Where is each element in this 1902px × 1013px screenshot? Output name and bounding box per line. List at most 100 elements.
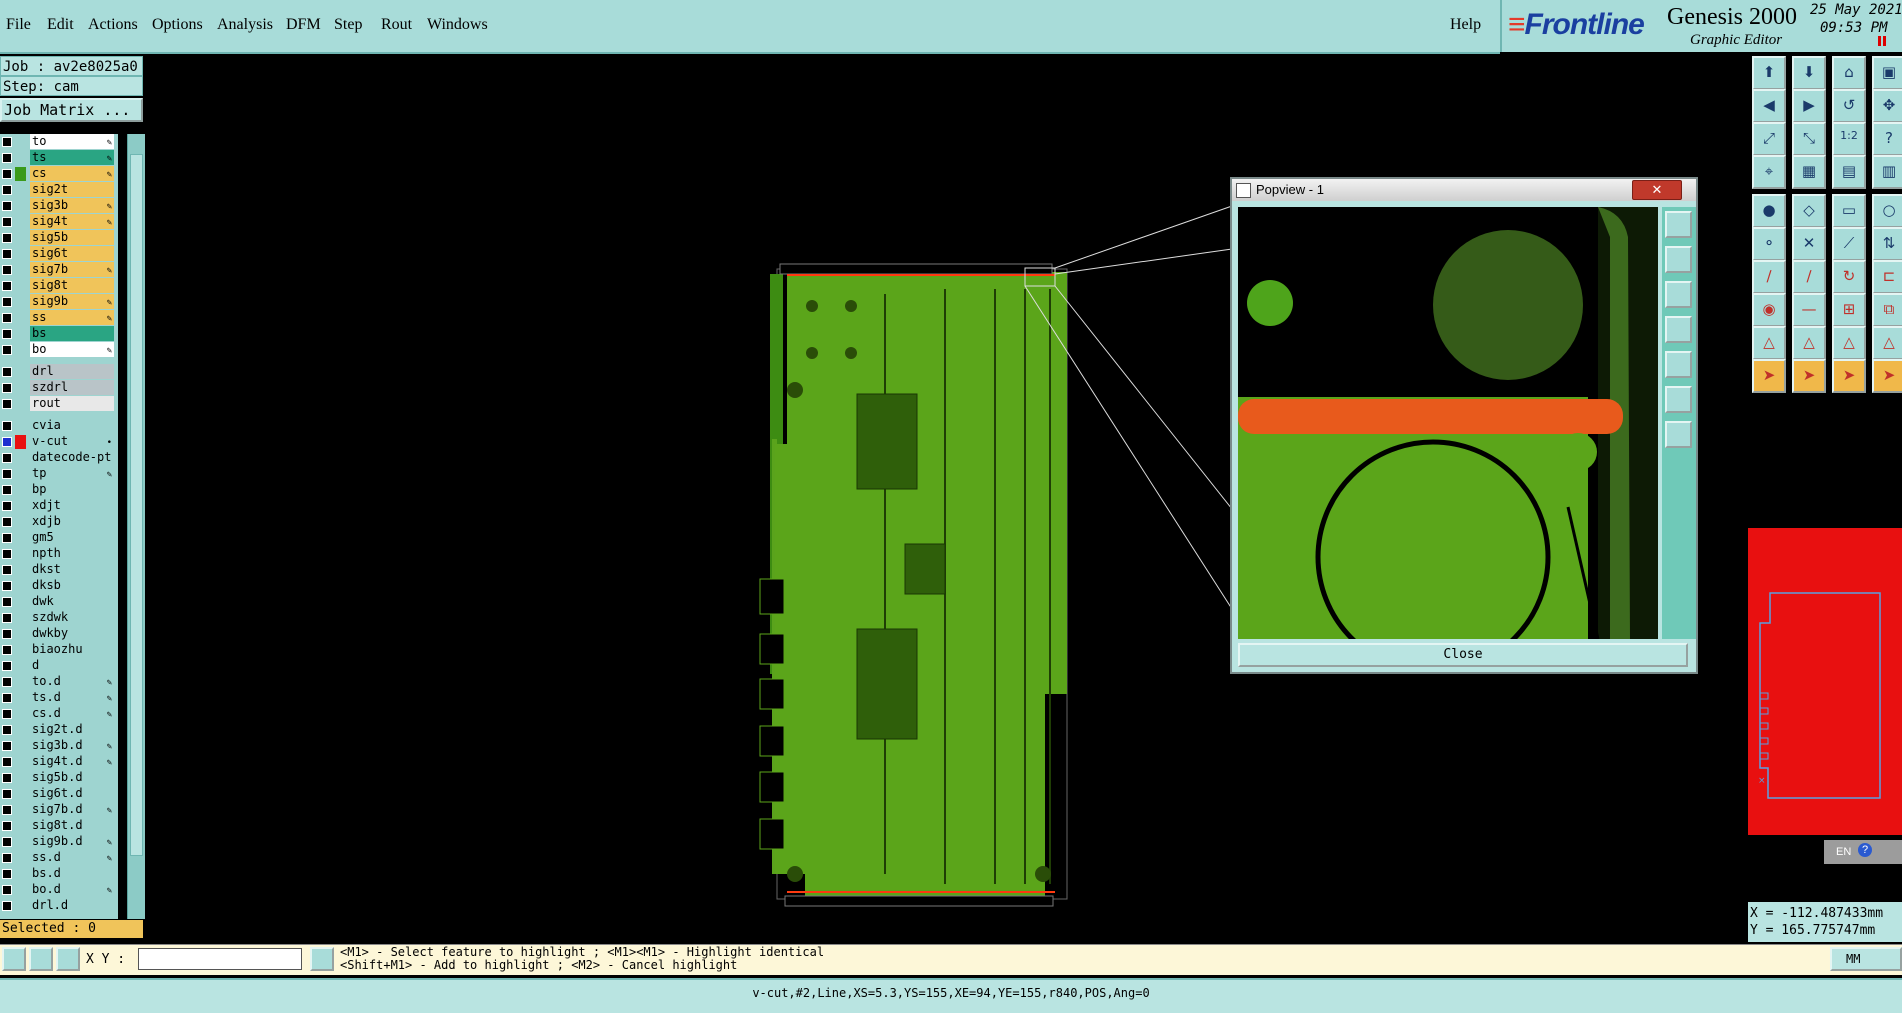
layer-checkbox[interactable]: [2, 367, 12, 377]
layer-row[interactable]: gm5: [0, 530, 118, 546]
layer-name[interactable]: xdjt: [30, 498, 114, 513]
one-to-one-icon[interactable]: 1:2: [1832, 122, 1866, 156]
unit-selector[interactable]: MM: [1830, 947, 1902, 971]
layer-name[interactable]: sig2t.d: [30, 722, 114, 737]
layer-row[interactable]: xdjb: [0, 514, 118, 530]
layer-row[interactable]: ts.d ✎: [0, 690, 118, 706]
layer-row[interactable]: tp ✎: [0, 466, 118, 482]
layer-row[interactable]: rout: [0, 396, 118, 412]
layer-row[interactable]: xdjt: [0, 498, 118, 514]
layer-row[interactable]: v-cut •: [0, 434, 118, 450]
layer-checkbox[interactable]: [2, 597, 12, 607]
text-icon[interactable]: ⊏: [1872, 260, 1902, 294]
measure-icon[interactable]: ●: [1752, 194, 1786, 228]
layer-checkbox[interactable]: [2, 645, 12, 655]
layer-name[interactable]: to.d ✎: [30, 674, 114, 689]
layer-row[interactable]: bs: [0, 326, 118, 342]
layer-name[interactable]: biaozhu: [30, 642, 114, 657]
zoom-out-icon[interactable]: [1665, 246, 1692, 273]
layer-checkbox[interactable]: [2, 901, 12, 911]
layer-row[interactable]: sig8t.d: [0, 818, 118, 834]
step-icon[interactable]: ⊞: [1832, 293, 1866, 327]
slash-icon[interactable]: ∕: [1792, 260, 1826, 294]
layer-name[interactable]: bs: [30, 326, 114, 341]
layer-checkbox[interactable]: [2, 741, 12, 751]
menu-dfm[interactable]: DFM: [286, 16, 321, 34]
zoom-in-icon[interactable]: [1665, 211, 1692, 238]
layer-checkbox[interactable]: [2, 709, 12, 719]
popview-close-button[interactable]: Close: [1238, 643, 1688, 667]
layer-checkbox[interactable]: [2, 629, 12, 639]
pan-icon[interactable]: ✥: [1872, 89, 1902, 123]
next-icon[interactable]: ▶: [1792, 89, 1826, 123]
layer-checkbox[interactable]: [2, 329, 12, 339]
center-icon[interactable]: [1665, 421, 1692, 448]
layer-name[interactable]: bo.d ✎: [30, 882, 114, 897]
layer-row[interactable]: sig5b: [0, 230, 118, 246]
layer-name[interactable]: sig7b.d ✎: [30, 802, 114, 817]
layer-name[interactable]: sig6t.d: [30, 786, 114, 801]
layer-name[interactable]: sig5b: [30, 230, 114, 245]
layer-name[interactable]: szdwk: [30, 610, 114, 625]
layer-name[interactable]: bp: [30, 482, 114, 497]
ruler-icon[interactable]: ▭: [1832, 194, 1866, 228]
language-indicator[interactable]: EN ?: [1824, 840, 1902, 864]
layer-checkbox[interactable]: [2, 805, 12, 815]
layer-row[interactable]: sig2t.d: [0, 722, 118, 738]
layer-checkbox[interactable]: [2, 533, 12, 543]
layer-name[interactable]: xdjb: [30, 514, 114, 529]
layer-name[interactable]: cvia: [30, 418, 114, 433]
layer-checkbox[interactable]: [2, 677, 12, 687]
layer-name[interactable]: datecode-pt: [30, 450, 114, 465]
menu-rout[interactable]: Rout: [381, 16, 412, 34]
layer-name[interactable]: sig9b.d ✎: [30, 834, 114, 849]
layer-row[interactable]: sig6t.d: [0, 786, 118, 802]
home-icon[interactable]: ⌂: [1832, 56, 1866, 90]
layer-row[interactable]: sig8t: [0, 278, 118, 294]
pad-icon[interactable]: ○: [1872, 194, 1902, 228]
pointer-b-icon[interactable]: ➤: [1792, 359, 1826, 393]
minus-icon[interactable]: —: [1792, 293, 1826, 327]
layer-b-icon[interactable]: ▥: [1872, 155, 1902, 189]
layer-checkbox[interactable]: [2, 869, 12, 879]
cross-icon[interactable]: ✕: [1792, 227, 1826, 261]
pointer-d-icon[interactable]: ➤: [1872, 359, 1902, 393]
menu-edit[interactable]: Edit: [47, 16, 74, 34]
layer-checkbox[interactable]: [2, 281, 12, 291]
menu-analysis[interactable]: Analysis: [217, 16, 273, 34]
menu-windows[interactable]: Windows: [427, 16, 488, 34]
layer-checkbox[interactable]: [2, 453, 12, 463]
layer-row[interactable]: sig7b.d ✎: [0, 802, 118, 818]
layer-checkbox[interactable]: [2, 725, 12, 735]
prev-icon[interactable]: ◀: [1752, 89, 1786, 123]
layer-name[interactable]: dksb: [30, 578, 114, 593]
undo-icon[interactable]: ⬆: [1752, 56, 1786, 90]
layer-row[interactable]: npth: [0, 546, 118, 562]
layer-checkbox[interactable]: [2, 789, 12, 799]
layer-name[interactable]: sig8t: [30, 278, 114, 293]
fit-icon[interactable]: [1665, 281, 1692, 308]
layer-checkbox[interactable]: [2, 581, 12, 591]
popview-canvas[interactable]: [1238, 207, 1658, 639]
copy-icon[interactable]: ⧉: [1872, 293, 1902, 327]
job-matrix-button[interactable]: Job Matrix ...: [0, 98, 143, 122]
layer-checkbox[interactable]: [2, 249, 12, 259]
layer-name[interactable]: sig2t: [30, 182, 114, 197]
layer-name[interactable]: drl.d: [30, 898, 114, 913]
menu-actions[interactable]: Actions: [88, 16, 138, 34]
layer-row[interactable]: to.d ✎: [0, 674, 118, 690]
layer-name[interactable]: sig6t: [30, 246, 114, 261]
layer-row[interactable]: bo.d ✎: [0, 882, 118, 898]
popview-titlebar[interactable]: Popview - 1 ✕: [1232, 179, 1696, 201]
resize-icon[interactable]: [2, 947, 26, 971]
layer-row[interactable]: sig9b ✎: [0, 294, 118, 310]
layer-row[interactable]: to ✎: [0, 134, 118, 150]
layer-name[interactable]: cs ✎: [30, 166, 114, 181]
layer-name[interactable]: szdrl: [30, 380, 114, 395]
layer-checkbox[interactable]: [2, 613, 12, 623]
layer-checkbox[interactable]: [2, 773, 12, 783]
layer-name[interactable]: sig8t.d: [30, 818, 114, 833]
layer-checkbox[interactable]: [2, 383, 12, 393]
layer-scrollbar[interactable]: [127, 134, 145, 919]
layer-name[interactable]: ss.d ✎: [30, 850, 114, 865]
